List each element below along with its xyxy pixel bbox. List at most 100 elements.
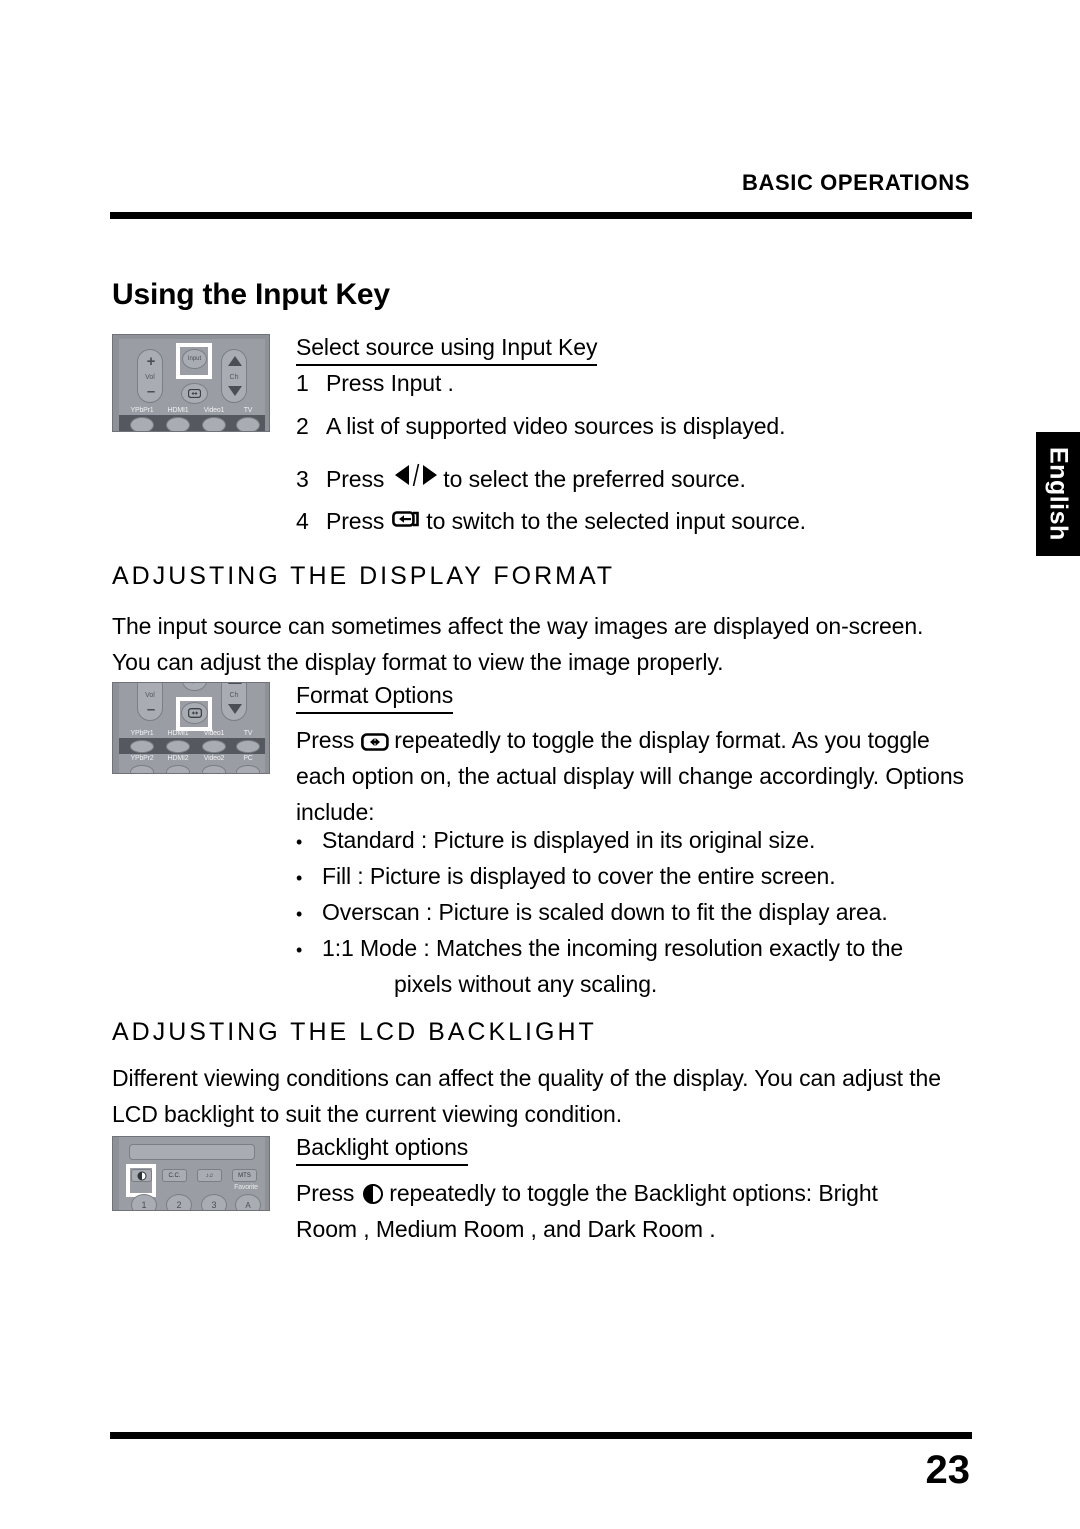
bullet-dot: • (296, 832, 303, 852)
source-label-tv: TV (243, 407, 253, 414)
source-button-r2c3 (202, 765, 226, 773)
input-key-sublabel: Select source using Input Key (296, 334, 597, 366)
step-4: 4 Press to switch to the selected input … (296, 508, 806, 535)
step-1-text: Press Input . (326, 370, 454, 396)
volume-down-label: – (146, 701, 156, 718)
source-button-r2c2 (166, 765, 190, 773)
manual-page: BASIC OPERATIONS English Using the Input… (0, 0, 1080, 1529)
running-head: BASIC OPERATIONS (742, 170, 970, 195)
display-format-intro-line2: You can adjust the display format to vie… (112, 649, 724, 675)
format-body-before-icon: Press (296, 727, 355, 753)
page-number: 23 (925, 1448, 971, 1492)
volume-rocker: + Vol – (137, 683, 164, 721)
list-item-one-to-one: • 1:1 Mode : Matches the incoming resolu… (296, 930, 903, 1002)
number-button-2: 2 (166, 1194, 192, 1210)
list-item-one-to-one-text: 1:1 Mode : Matches the incoming resoluti… (322, 935, 904, 961)
channel-rocker: Ch (221, 683, 247, 721)
number-button-3: 3 (201, 1194, 227, 1210)
bullet-dot: • (296, 868, 303, 888)
source-button-r2c1 (130, 765, 154, 773)
left-right-triangle-icon (392, 463, 440, 487)
step-4-number: 4 (296, 508, 309, 534)
display-format-button (181, 383, 208, 404)
format-body-line1-after: repeatedly to toggle the display format.… (394, 727, 930, 753)
source-button-r1c4 (236, 740, 260, 753)
step-2: 2 A list of supported video sources is d… (296, 413, 785, 440)
volume-down-label: – (146, 383, 156, 400)
volume-up-label: + (146, 353, 156, 370)
list-item-one-to-one-continuation: pixels without any scaling. (394, 971, 658, 997)
bullet-dot: • (296, 940, 303, 960)
step-1: 1 Press Input . (296, 370, 454, 397)
favorite-button-a-label: A (245, 1200, 251, 1210)
language-tab-label: English (1044, 447, 1073, 541)
channel-rocker: Ch (221, 349, 247, 403)
backlight-options-body: Press repeatedly to toggle the Backlight… (296, 1175, 996, 1247)
volume-label: Vol (145, 692, 155, 699)
remote-input-illustration: + Vol – Ch Input YPbPr1 HDMI1 Video1 TV (112, 334, 270, 432)
closed-caption-button: C.C. (162, 1169, 187, 1182)
backlight-body-before-icon: Press (296, 1180, 355, 1206)
backlight-contrast-icon (137, 1171, 147, 1181)
step-4-text-before: Press (326, 508, 385, 534)
step-1-number: 1 (296, 370, 309, 396)
channel-label: Ch (229, 692, 239, 699)
list-item-fill-text: Fill : Picture is displayed to cover the… (322, 863, 836, 889)
lcd-backlight-intro: Different viewing conditions can affect … (112, 1060, 992, 1132)
source-button-r1c2 (166, 740, 190, 753)
source-label-pc: PC (243, 755, 253, 762)
list-item-overscan-text: Overscan : Picture is scaled down to fit… (322, 899, 888, 925)
backlight-body-line2: Room , Medium Room , and Dark Room . (296, 1216, 716, 1242)
display-format-icon (188, 389, 201, 398)
source-button-r2c4 (236, 765, 260, 773)
backlight-body-line1-after: repeatedly to toggle the Backlight optio… (389, 1180, 878, 1206)
lcd-intro-line2: LCD backlight to suit the current viewin… (112, 1101, 623, 1127)
step-3-text-after: to select the preferred source. (443, 466, 746, 492)
mts-button: MTS (232, 1169, 257, 1182)
volume-up-label: + (138, 683, 164, 687)
number-button-1: 1 (131, 1194, 157, 1210)
channel-label: Ch (229, 374, 239, 381)
list-item-fill: • Fill : Picture is displayed to cover t… (296, 858, 836, 896)
display-format-icon (187, 708, 202, 718)
language-tab: English (1036, 432, 1080, 556)
volume-label: Vol (145, 374, 155, 381)
heading-display-format: ADJUSTING THE DISPLAY FORMAT (112, 562, 616, 590)
music-button: ♪♫ (197, 1169, 222, 1182)
display-format-button (181, 702, 208, 724)
number-button-2-label: 2 (176, 1200, 182, 1210)
source-button-4 (236, 417, 260, 431)
backlight-button (131, 1169, 152, 1182)
number-button-3-label: 3 (211, 1200, 217, 1210)
source-button-3 (202, 417, 226, 431)
source-button-2 (166, 417, 190, 431)
favorite-button-a: A (235, 1194, 261, 1210)
bullet-dot: • (296, 904, 303, 924)
display-format-icon (361, 732, 389, 752)
favorite-label: Favorite (234, 1184, 258, 1191)
heading-lcd-backlight: ADJUSTING THE LCD BACKLIGHT (112, 1018, 597, 1046)
mts-label: MTS (238, 1172, 251, 1179)
input-button-label: Input (187, 356, 202, 362)
remote-display-bar (129, 1144, 255, 1160)
lcd-intro-line1: Different viewing conditions can affect … (112, 1065, 941, 1091)
list-item-overscan: • Overscan : Picture is scaled down to f… (296, 894, 888, 932)
remote-format-illustration: + Vol – Ch Input Y (112, 682, 270, 774)
channel-up-icon (228, 683, 242, 684)
step-2-text: A list of supported video sources is dis… (326, 413, 786, 439)
backlight-contrast-icon (362, 1183, 384, 1205)
remote-backlight-illustration: C.C. ♪♫ MTS Favorite 1 2 3 A (112, 1136, 270, 1211)
enter-select-icon (392, 509, 422, 529)
step-4-text-after: to switch to the selected input source. (426, 508, 806, 534)
channel-down-icon (228, 704, 242, 714)
format-options-sublabel: Format Options (296, 682, 453, 714)
input-button: Input (182, 349, 207, 369)
input-button-label: Input (188, 683, 201, 684)
footer-rule (110, 1432, 972, 1439)
source-button-r1c1 (130, 740, 154, 753)
closed-caption-label: C.C. (168, 1172, 181, 1179)
source-label-tv: TV (243, 730, 253, 737)
display-format-intro-line1: The input source can sometimes affect th… (112, 613, 924, 639)
channel-down-icon (228, 386, 242, 396)
step-3-text-before: Press (326, 466, 385, 492)
